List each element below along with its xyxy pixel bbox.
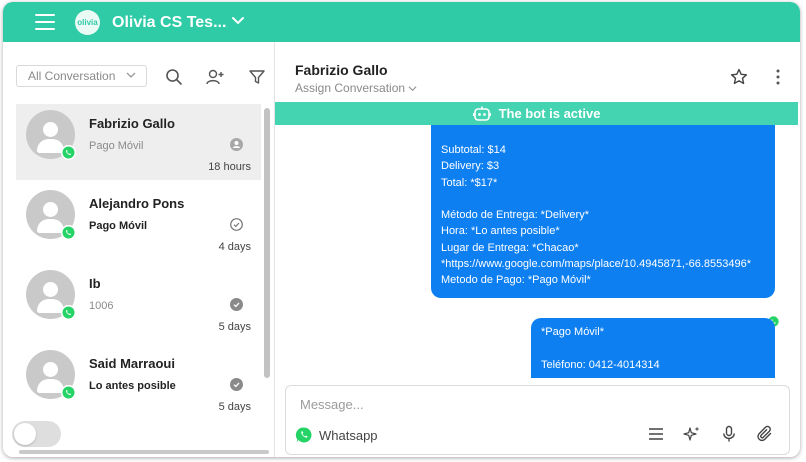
check-filled-icon: [230, 378, 243, 391]
filter-select-label: All Conversation: [28, 69, 116, 83]
conversation-name: Alejandro Pons: [89, 196, 185, 211]
conversation-preview: Lo antes posible: [89, 380, 176, 392]
sidebar-scrollbar[interactable]: [264, 108, 270, 378]
availability-toggle[interactable]: [12, 421, 61, 447]
whatsapp-icon: [61, 225, 76, 240]
conversation-name: Ib: [89, 276, 101, 291]
conversation-time: 5 days: [218, 321, 251, 333]
conversation-name: Fabrizio Gallo: [89, 116, 175, 131]
conversation-item-fabrizio-gallo[interactable]: Fabrizio Gallo Pago Móvil 18 hours: [16, 104, 261, 180]
conversation-time: 18 hours: [208, 161, 251, 173]
whatsapp-icon: [295, 427, 312, 443]
message-bubble: *Pago Móvil* Teléfono: 0412-4014314: [531, 318, 775, 378]
app-logo: olivia: [75, 10, 100, 35]
app-window: olivia Olivia CS Tes... All Conversation…: [3, 2, 800, 457]
sidebar-horizontal-scrollbar[interactable]: [19, 450, 269, 454]
channel-selector[interactable]: Whatsapp: [295, 426, 378, 444]
conversation-preview: Pago Móvil: [89, 220, 148, 232]
whatsapp-icon: [61, 305, 76, 320]
chevron-down-icon[interactable]: [231, 14, 245, 28]
assign-conversation-dropdown[interactable]: Assign Conversation: [295, 81, 417, 95]
more-vertical-icon[interactable]: [775, 69, 781, 85]
conversation-list: Fabrizio Gallo Pago Móvil 18 hours Aleja…: [16, 104, 261, 434]
conversation-item-said-marraoui[interactable]: Said Marraoui Lo antes posible 5 days: [16, 344, 261, 424]
star-icon[interactable]: [730, 68, 748, 86]
message-bubble: Subtotal: $14 Delivery: $3 Total: *$17* …: [431, 125, 775, 298]
whatsapp-icon: [61, 385, 76, 400]
search-icon[interactable]: [165, 68, 183, 86]
conversation-time: 5 days: [218, 401, 251, 413]
whatsapp-icon: [61, 145, 76, 160]
message-composer: Whatsapp: [285, 385, 790, 455]
list-icon[interactable]: [647, 425, 665, 443]
conversation-sidebar: All Conversation Fabrizio Gallo Pago Móv…: [3, 42, 275, 457]
conversation-preview: 1006: [89, 300, 114, 312]
conversation-item-alejandro-pons[interactable]: Alejandro Pons Pago Móvil 4 days: [16, 184, 261, 264]
chevron-down-icon: [126, 72, 136, 78]
app-title[interactable]: Olivia CS Tes...: [112, 14, 226, 32]
conversation-preview: Pago Móvil: [89, 140, 144, 152]
conversation-time: 4 days: [218, 241, 251, 253]
check-outline-icon: [230, 218, 243, 231]
user-circle-icon: [230, 138, 243, 151]
message-input[interactable]: [300, 397, 740, 412]
conversation-item-ib[interactable]: Ib 1006 5 days: [16, 264, 261, 344]
assign-label: Assign Conversation: [295, 81, 406, 95]
chevron-down-icon: [408, 86, 417, 92]
conversation-filter-select[interactable]: All Conversation: [16, 65, 147, 87]
contact-name: Fabrizio Gallo: [295, 62, 388, 78]
check-filled-icon: [230, 298, 243, 311]
message-list: Subtotal: $14 Delivery: $3 Total: *$17* …: [275, 125, 800, 378]
conversation-name: Said Marraoui: [89, 356, 175, 371]
robot-icon: [472, 106, 491, 121]
bot-active-banner: The bot is active: [275, 102, 798, 125]
add-user-icon[interactable]: [206, 68, 224, 86]
bot-banner-text: The bot is active: [498, 106, 601, 121]
sparkles-icon[interactable]: [683, 425, 701, 443]
top-bar: olivia Olivia CS Tes...: [3, 2, 800, 42]
filter-icon[interactable]: [248, 68, 266, 86]
paperclip-icon[interactable]: [756, 425, 774, 443]
chat-panel: Fabrizio Gallo Assign Conversation The b…: [275, 42, 800, 457]
hamburger-menu-icon[interactable]: [35, 14, 55, 30]
channel-label: Whatsapp: [319, 427, 378, 443]
microphone-icon[interactable]: [720, 425, 738, 443]
